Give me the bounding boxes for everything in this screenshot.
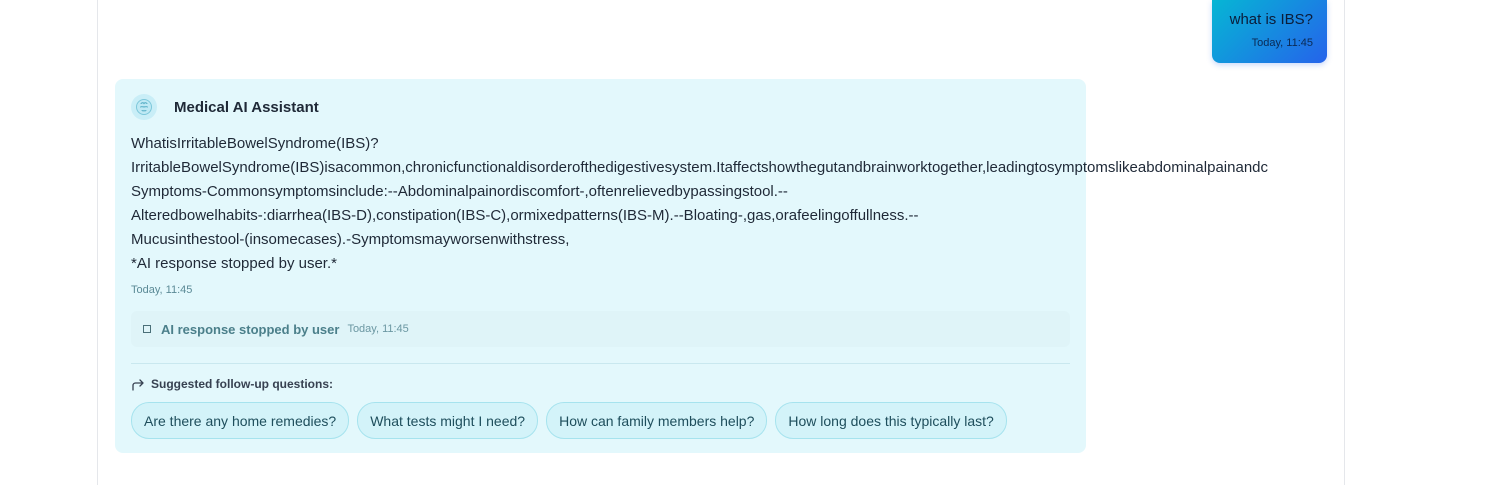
user-message-time: Today, 11:45 [1251, 37, 1313, 49]
assistant-message-card: Medical AI Assistant WhatisIrritableBowe… [115, 79, 1268, 453]
followup-title: Suggested follow-up questions: [151, 377, 333, 391]
message-line: IrritableBowelSyndrome(IBS)isacommon,chr… [131, 159, 1268, 176]
response-stopped-notice: AI response stopped by user Today, 11:45 [131, 311, 1070, 347]
followup-chip[interactable]: Are there any home remedies? [131, 402, 350, 439]
stop-square-icon [143, 325, 151, 333]
assistant-message-time: Today, 11:45 [131, 284, 193, 296]
chat-column: what is IBS? Today, 11:45 Medical AI Ass… [97, 0, 1345, 485]
followup-chip[interactable]: How long does this typically last? [775, 402, 1007, 439]
assistant-header: Medical AI Assistant [131, 94, 319, 120]
followup-header: Suggested follow-up questions: [131, 377, 333, 391]
reply-arrow-icon [131, 378, 145, 391]
brain-icon [131, 94, 157, 120]
stopped-time: Today, 11:45 [347, 323, 409, 335]
followup-chip[interactable]: How can family members help? [546, 402, 768, 439]
stopped-label: AI response stopped by user [161, 321, 340, 337]
followup-chip[interactable]: What tests might I need? [357, 402, 539, 439]
divider [131, 363, 1070, 364]
user-message-text: what is IBS? [1229, 11, 1313, 28]
message-line: WhatisIrritableBowelSyndrome(IBS)? [131, 135, 379, 152]
assistant-message-text: WhatisIrritableBowelSyndrome(IBS)? Irrit… [131, 132, 1268, 276]
message-line: Symptoms-Commonsymptomsinclude:--Abdomin… [131, 183, 788, 200]
followup-suggestions: Are there any home remedies? What tests … [131, 402, 1015, 439]
assistant-name: Medical AI Assistant [174, 98, 319, 116]
message-line: Alteredbowelhabits-:diarrhea(IBS-D),cons… [131, 207, 919, 224]
user-message-bubble: what is IBS? Today, 11:45 [1212, 0, 1327, 63]
message-line: *AI response stopped by user.* [131, 255, 337, 272]
message-line: Mucusinthestool-(insomecases).-Symptomsm… [131, 231, 570, 248]
